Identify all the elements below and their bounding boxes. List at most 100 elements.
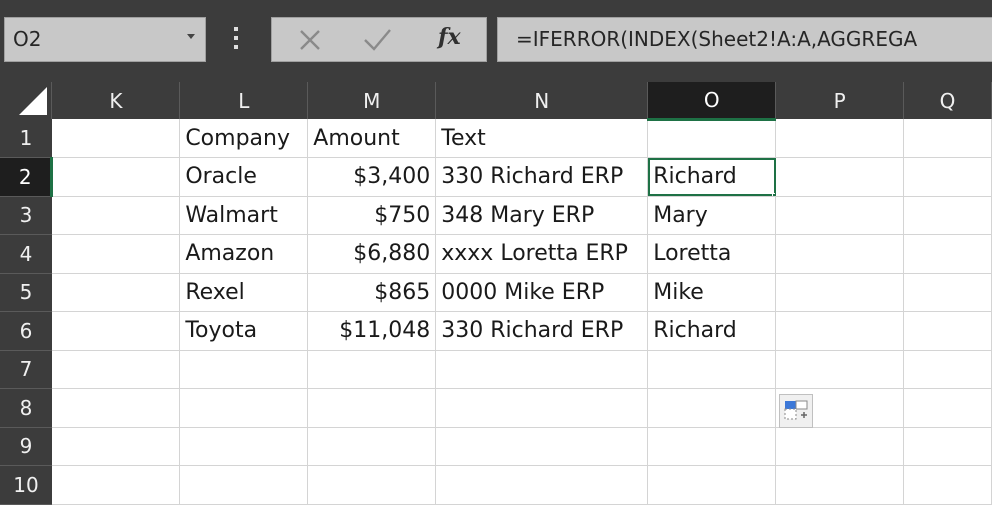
cell-k10[interactable] <box>51 465 181 505</box>
cell-q10[interactable] <box>903 465 992 505</box>
cell-l10[interactable] <box>179 465 309 505</box>
cell-q5[interactable] <box>903 273 992 312</box>
cancel-button[interactable] <box>282 18 338 61</box>
cell-o3[interactable]: Mary <box>647 196 777 235</box>
column-header-n[interactable]: N <box>435 82 649 119</box>
column-header-m[interactable]: M <box>307 82 437 119</box>
cell-k5[interactable] <box>51 273 181 312</box>
cell-k4[interactable] <box>51 234 181 274</box>
cell-q8[interactable] <box>903 388 992 428</box>
cell-k3[interactable] <box>51 196 181 235</box>
cell-p2[interactable] <box>775 157 905 197</box>
cell-o8[interactable] <box>647 388 777 428</box>
cell-n4[interactable]: xxxx Loretta ERP <box>435 234 649 274</box>
cell-q2[interactable] <box>903 157 992 197</box>
name-box-value[interactable]: O2 <box>13 27 41 51</box>
cell-q4[interactable] <box>903 234 992 274</box>
fx-icon: fx <box>438 24 461 50</box>
row-header-2[interactable]: 2 <box>0 157 54 197</box>
cell-o5[interactable]: Mike <box>647 273 777 312</box>
cell-k2[interactable] <box>51 157 181 197</box>
cell-o6[interactable]: Richard <box>647 311 777 351</box>
cell-m8[interactable] <box>307 388 437 428</box>
cell-q7[interactable] <box>903 350 992 389</box>
cell-n7[interactable] <box>435 350 649 389</box>
active-cell-o2[interactable]: Richard <box>647 157 777 197</box>
row-header-9[interactable]: 9 <box>0 427 52 466</box>
quick-analysis-button[interactable] <box>779 394 813 428</box>
cell-o1[interactable] <box>647 119 777 158</box>
row-header-5[interactable]: 5 <box>0 273 52 312</box>
cell-p3[interactable] <box>775 196 905 235</box>
cell-n5[interactable]: 0000 Mike ERP <box>435 273 649 312</box>
cell-m5[interactable]: $865 <box>307 273 437 312</box>
cell-o7[interactable] <box>647 350 777 389</box>
cell-n1[interactable]: Text <box>435 119 649 158</box>
row-header-7[interactable]: 7 <box>0 350 52 389</box>
column-header-o[interactable]: O <box>647 82 777 121</box>
cell-l8[interactable] <box>179 388 309 428</box>
cell-l6[interactable]: Toyota <box>179 311 309 351</box>
cell-m7[interactable] <box>307 350 437 389</box>
enter-button[interactable] <box>350 18 406 61</box>
cell-m3[interactable]: $750 <box>307 196 437 235</box>
cell-k7[interactable] <box>51 350 181 389</box>
cell-m10[interactable] <box>307 465 437 505</box>
cell-n3[interactable]: 348 Mary ERP <box>435 196 649 235</box>
fill-handle[interactable] <box>772 192 775 196</box>
cell-k6[interactable] <box>51 311 181 351</box>
insert-function-button[interactable]: fx <box>422 18 478 61</box>
cell-o10[interactable] <box>647 465 777 505</box>
column-header-k[interactable]: K <box>51 82 181 119</box>
cell-l4[interactable]: Amazon <box>179 234 309 274</box>
cell-o9[interactable] <box>647 427 777 466</box>
formula-input[interactable]: =IFERROR(INDEX(Sheet2!A:A,AGGREGA <box>497 17 992 62</box>
cell-n10[interactable] <box>435 465 649 505</box>
table-row: 4 Amazon $6,880 xxxx Loretta ERP Loretta <box>0 234 992 274</box>
row-header-3[interactable]: 3 <box>0 196 52 235</box>
cell-p9[interactable] <box>775 427 905 466</box>
name-box[interactable]: O2 <box>4 17 206 62</box>
cell-l2[interactable]: Oracle <box>179 157 309 197</box>
column-header-p[interactable]: P <box>775 82 905 119</box>
cell-l9[interactable] <box>179 427 309 466</box>
cell-l3[interactable]: Walmart <box>179 196 309 235</box>
cell-l5[interactable]: Rexel <box>179 273 309 312</box>
cell-l7[interactable] <box>179 350 309 389</box>
cell-n2[interactable]: 330 Richard ERP <box>435 157 649 197</box>
cell-p6[interactable] <box>775 311 905 351</box>
cell-p10[interactable] <box>775 465 905 505</box>
row-header-4[interactable]: 4 <box>0 234 52 274</box>
cell-m6[interactable]: $11,048 <box>307 311 437 351</box>
cell-p4[interactable] <box>775 234 905 274</box>
cell-p7[interactable] <box>775 350 905 389</box>
row-header-10[interactable]: 10 <box>0 465 52 505</box>
vertical-ellipsis-icon[interactable] <box>230 24 242 54</box>
cell-m9[interactable] <box>307 427 437 466</box>
formula-text[interactable]: =IFERROR(INDEX(Sheet2!A:A,AGGREGA <box>516 27 917 51</box>
cell-q6[interactable] <box>903 311 992 351</box>
cell-q9[interactable] <box>903 427 992 466</box>
cell-m4[interactable]: $6,880 <box>307 234 437 274</box>
cell-q3[interactable] <box>903 196 992 235</box>
row-header-8[interactable]: 8 <box>0 388 52 428</box>
row-header-6[interactable]: 6 <box>0 311 52 351</box>
column-header-q[interactable]: Q <box>903 82 992 119</box>
cell-p1[interactable] <box>775 119 905 158</box>
chevron-down-icon[interactable] <box>187 34 195 39</box>
column-header-l[interactable]: L <box>179 82 309 119</box>
cell-k1[interactable] <box>51 119 181 158</box>
cell-n6[interactable]: 330 Richard ERP <box>435 311 649 351</box>
cell-p5[interactable] <box>775 273 905 312</box>
cell-k8[interactable] <box>51 388 181 428</box>
cell-q1[interactable] <box>903 119 992 158</box>
cell-n9[interactable] <box>435 427 649 466</box>
cell-o4[interactable]: Loretta <box>647 234 777 274</box>
row-header-1[interactable]: 1 <box>0 119 52 158</box>
cell-l1[interactable]: Company <box>179 119 309 158</box>
cell-m2[interactable]: $3,400 <box>307 157 437 197</box>
select-all-button[interactable] <box>0 82 53 119</box>
cell-m1[interactable]: Amount <box>307 119 437 158</box>
cell-k9[interactable] <box>51 427 181 466</box>
cell-n8[interactable] <box>435 388 649 428</box>
